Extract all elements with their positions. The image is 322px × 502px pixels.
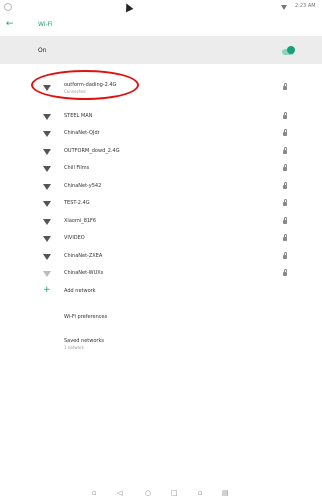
volume-down-icon[interactable]: ▫ [92, 490, 97, 497]
home-nav-icon[interactable]: ○ [145, 490, 151, 497]
page-title: Wi-Fi [38, 21, 53, 28]
back-arrow-icon[interactable]: ← [6, 19, 14, 29]
network-name: Chill Films [64, 165, 90, 171]
wifi-signal-icon [43, 201, 51, 207]
lock-icon [283, 199, 287, 206]
network-name: VIVIDEO [64, 235, 85, 241]
wifi-signal-icon [43, 166, 51, 172]
network-name: outform-dading-2.4G [64, 82, 117, 88]
volume-up-icon[interactable]: ▫ [198, 490, 203, 497]
network-name: ChinaNet-WUXs [64, 270, 104, 276]
wifi-signal-icon [43, 254, 51, 260]
toggle-label: On [38, 47, 47, 54]
wifi-signal-icon [43, 219, 51, 225]
wifi-signal-icon [43, 236, 51, 242]
wifi-master-toggle-row[interactable]: On [0, 36, 322, 64]
saved-networks-count: 1 network [64, 345, 85, 350]
lock-icon [283, 252, 287, 259]
toggle-thumb[interactable] [287, 46, 295, 54]
saved-networks-label: Saved networks [64, 338, 104, 344]
wifi-status-icon [281, 5, 287, 10]
network-name: Xiaomi_81F6 [64, 218, 97, 224]
lock-icon [283, 147, 287, 154]
lock-icon [283, 129, 287, 136]
app-bar: ← Wi-Fi [0, 16, 322, 34]
wifi-signal-icon [43, 149, 51, 155]
wifi-signal-icon [43, 184, 51, 190]
back-nav-icon[interactable]: ◁ [117, 490, 122, 497]
lock-icon [283, 83, 287, 90]
mouse-cursor-icon [122, 1, 134, 13]
lock-icon [283, 234, 287, 241]
lock-icon [283, 182, 287, 189]
lock-icon [283, 269, 287, 276]
wifi-preferences-label: Wi-Fi preferences [64, 314, 108, 320]
network-status: Connected [64, 89, 86, 94]
status-bar: 2:23 AM [0, 0, 322, 16]
network-name: ChinaNet-QJdr [64, 130, 100, 136]
wifi-signal-icon [43, 271, 51, 277]
wifi-signal-icon [43, 85, 51, 91]
add-icon: + [43, 285, 51, 295]
lock-icon [283, 217, 287, 224]
network-name: ChinaNet-y542 [64, 183, 102, 189]
lock-icon [283, 112, 287, 119]
wifi-signal-icon [43, 114, 51, 120]
clock: 2:23 AM [295, 3, 316, 9]
wifi-signal-icon [43, 131, 51, 137]
add-network-label: Add network [64, 288, 96, 294]
network-name: ChinaNet-ZXEA [64, 253, 103, 259]
navigation-bar: ▫ ◁ ○ □ ▫ ▤ [0, 486, 322, 502]
network-name: OUTFORM_dowd_2.4G [64, 148, 120, 154]
network-name: TEST-2.4G [64, 200, 90, 206]
notification-icon [4, 3, 12, 11]
network-name: STEEL MAN [64, 113, 93, 119]
recents-nav-icon[interactable]: □ [171, 490, 178, 497]
lock-icon [283, 164, 287, 171]
menu-nav-icon[interactable]: ▤ [222, 490, 229, 497]
